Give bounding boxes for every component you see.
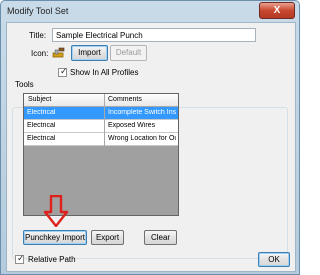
cell-comments: Exposed Wires <box>108 122 156 129</box>
column-header-subject[interactable]: Subject <box>28 96 51 103</box>
icon-default-label: Default <box>115 48 142 57</box>
grid-header: Subject Comments <box>24 94 178 107</box>
dialog-body: Title: Sample Electrical Punch Icon: Imp… <box>6 22 296 272</box>
ok-label: OK <box>268 255 280 264</box>
cell-comments: Incomplete Switch Inst... <box>108 109 176 116</box>
title-label: Title: <box>29 31 47 40</box>
checkmark-icon: ✓ <box>17 253 25 263</box>
checkmark-icon: ✓ <box>60 66 68 76</box>
icon-import-label: Import <box>78 48 101 57</box>
icon-default-button[interactable]: Default <box>110 45 147 61</box>
relative-path-label: Relative Path <box>28 255 76 264</box>
punchkey-import-button[interactable]: Punchkey Import <box>23 230 87 245</box>
table-row[interactable]: Electrical Incomplete Switch Inst... <box>24 107 178 120</box>
export-label: Export <box>95 233 120 242</box>
wrench-hammer-icon <box>52 47 66 61</box>
window-title: Modify Tool Set <box>7 6 69 16</box>
clear-label: Clear <box>150 233 171 242</box>
tools-group-label: Tools <box>13 80 36 89</box>
title-bar[interactable]: Modify Tool Set X <box>1 1 299 21</box>
punchkey-import-label: Punchkey Import <box>24 233 86 242</box>
table-row[interactable]: Electrical Wrong Location for Ou... <box>24 133 178 146</box>
clear-button[interactable]: Clear <box>144 230 177 245</box>
red-down-arrow-icon <box>43 194 69 229</box>
relative-path-checkbox[interactable]: ✓ <box>15 253 25 264</box>
ok-button[interactable]: OK <box>258 252 290 267</box>
column-divider <box>104 94 105 146</box>
column-header-comments[interactable]: Comments <box>108 96 142 103</box>
icon-label: Icon: <box>31 49 49 58</box>
close-button[interactable]: X <box>259 2 295 19</box>
modify-tool-set-dialog: Modify Tool Set X Title: Sample Electric… <box>0 0 300 275</box>
export-button[interactable]: Export <box>91 230 124 245</box>
cell-subject: Electrical <box>27 109 56 116</box>
show-in-all-profiles-label: Show In All Profiles <box>70 68 139 77</box>
icon-import-button[interactable]: Import <box>71 45 108 61</box>
cell-subject: Electrical <box>27 122 56 129</box>
title-field[interactable]: Sample Electrical Punch <box>52 28 256 42</box>
cell-subject: Electrical <box>27 135 56 142</box>
show-in-all-profiles-checkbox[interactable]: ✓ <box>58 66 68 77</box>
table-row[interactable]: Electrical Exposed Wires <box>24 120 178 133</box>
title-field-value: Sample Electrical Punch <box>56 31 143 40</box>
close-icon: X <box>273 5 281 16</box>
cell-comments: Wrong Location for Ou... <box>108 135 176 142</box>
